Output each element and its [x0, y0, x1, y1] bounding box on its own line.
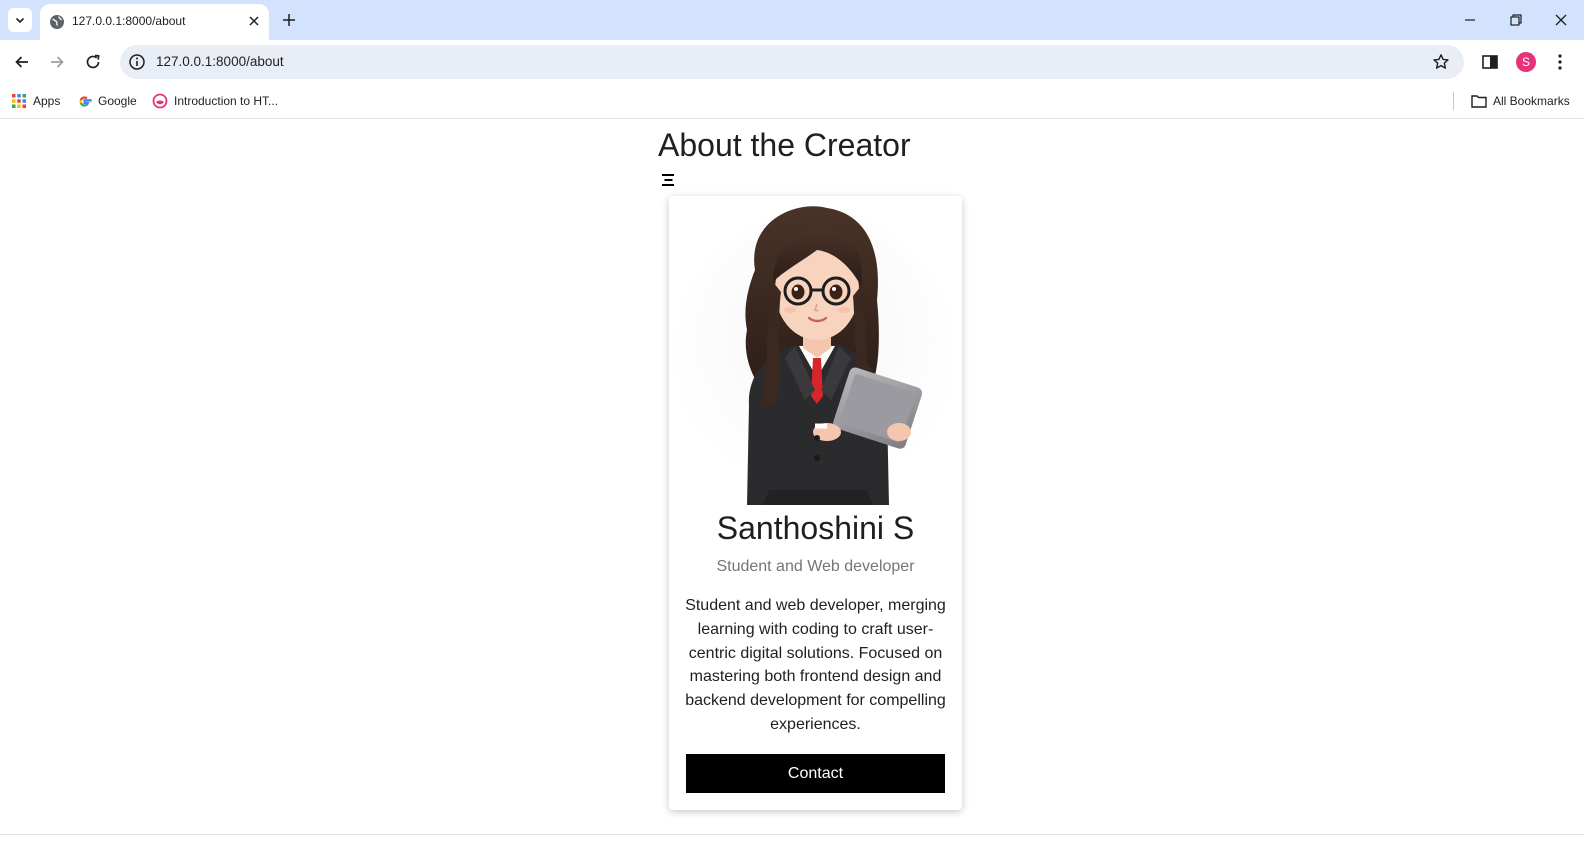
- folder-icon: [1471, 95, 1487, 108]
- more-vertical-icon: [1558, 54, 1562, 70]
- profile-avatar[interactable]: S: [1516, 52, 1536, 72]
- arrow-left-icon: [15, 56, 28, 68]
- arrow-right-icon: [51, 56, 64, 68]
- browser-menu-button[interactable]: [1552, 52, 1568, 72]
- bookmark-introduction[interactable]: Introduction to HT...: [152, 91, 278, 111]
- tab-close-button[interactable]: [246, 13, 262, 29]
- page-content: About the Creator Santhoshini S Student …: [0, 120, 1584, 834]
- creator-portrait: [677, 206, 953, 505]
- url-text[interactable]: 127.0.0.1:8000/about: [156, 54, 284, 69]
- bookmarks-separator: [1453, 92, 1454, 110]
- hamburger-icon[interactable]: [660, 173, 676, 187]
- bookmark-apps[interactable]: Apps: [11, 91, 60, 111]
- bookmark-label: Google: [98, 94, 137, 108]
- tab-strip: 127.0.0.1:8000/about: [0, 0, 1584, 40]
- reload-icon: [86, 54, 100, 69]
- bookmarks-bar: Apps Google Introduction to HT... All Bo…: [0, 84, 1584, 119]
- close-icon: [249, 16, 259, 26]
- minimize-button[interactable]: [1460, 10, 1480, 30]
- bookmark-label: Introduction to HT...: [174, 94, 279, 108]
- chevron-down-icon: [15, 17, 25, 24]
- reload-button[interactable]: [81, 50, 105, 74]
- contact-button[interactable]: Contact: [686, 754, 945, 793]
- new-tab-button[interactable]: [279, 10, 299, 30]
- google-icon: [79, 95, 92, 107]
- all-bookmarks-button[interactable]: All Bookmarks: [1471, 91, 1570, 111]
- creator-name: Santhoshini S: [716, 510, 915, 546]
- browser-tab[interactable]: 127.0.0.1:8000/about: [40, 4, 269, 40]
- plus-icon: [283, 14, 295, 26]
- tab-title: 127.0.0.1:8000/about: [72, 14, 186, 28]
- forward-button[interactable]: [45, 50, 69, 74]
- apps-grid-icon: [12, 94, 26, 108]
- page-bottom-edge: [0, 834, 1584, 844]
- favicon-icon: [152, 93, 168, 109]
- globe-icon: [50, 15, 64, 29]
- close-window-button[interactable]: [1551, 10, 1571, 30]
- tab-search-button[interactable]: [8, 8, 32, 32]
- address-bar[interactable]: 127.0.0.1:8000/about: [120, 45, 1464, 79]
- creator-card: Santhoshini S Student and Web developer …: [669, 196, 962, 810]
- page-title: About the Creator: [658, 127, 911, 163]
- info-icon[interactable]: [128, 53, 146, 71]
- bookmark-label: Apps: [33, 94, 61, 108]
- restore-icon: [1510, 14, 1522, 26]
- creator-bio: Student and web developer, merging learn…: [685, 597, 946, 733]
- close-icon: [1555, 14, 1567, 26]
- back-button[interactable]: [10, 50, 34, 74]
- minimize-icon: [1465, 19, 1475, 21]
- side-panel-icon[interactable]: [1480, 52, 1500, 72]
- star-icon[interactable]: [1432, 53, 1450, 71]
- creator-role: Student and Web developer: [716, 558, 915, 575]
- browser-toolbar: 127.0.0.1:8000/about S: [0, 40, 1584, 84]
- all-bookmarks-label: All Bookmarks: [1493, 94, 1570, 108]
- bookmark-google[interactable]: Google: [77, 91, 137, 111]
- restore-button[interactable]: [1506, 10, 1526, 30]
